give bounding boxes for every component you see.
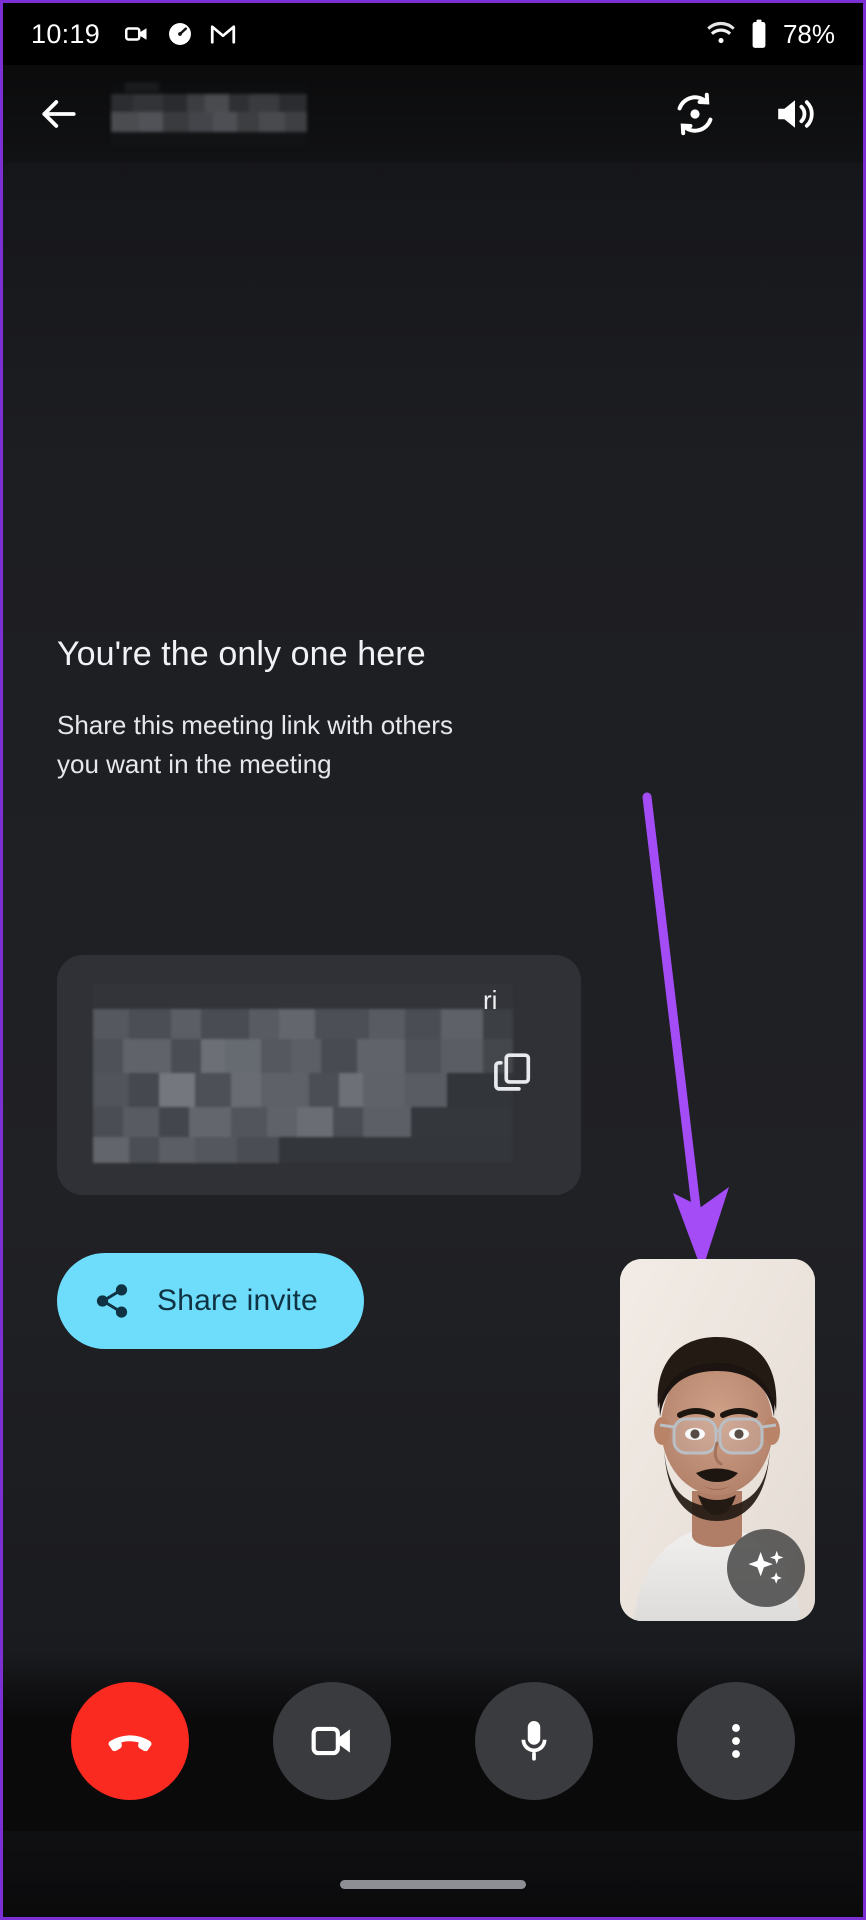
phone-hangup-icon bbox=[102, 1713, 158, 1769]
sparkles-icon bbox=[743, 1545, 789, 1591]
video-camera-icon bbox=[122, 19, 152, 49]
gmail-icon bbox=[208, 19, 238, 49]
status-bar-right: 78% bbox=[705, 18, 835, 50]
self-view-thumbnail[interactable] bbox=[620, 1259, 815, 1621]
copy-link-icon[interactable] bbox=[481, 1041, 543, 1103]
meeting-title-redacted bbox=[111, 82, 307, 146]
meeting-link-box[interactable] bbox=[57, 955, 581, 1195]
status-bar: 10:19 78% bbox=[3, 3, 863, 65]
battery-percent: 78% bbox=[782, 18, 835, 49]
flip-camera-icon[interactable] bbox=[667, 86, 723, 142]
gesture-nav-pill[interactable] bbox=[340, 1880, 526, 1889]
app-bar-actions bbox=[667, 86, 837, 142]
annotation-arrow-icon bbox=[642, 792, 729, 1271]
mic-toggle-button[interactable] bbox=[475, 1682, 593, 1800]
app-bar bbox=[3, 65, 863, 163]
status-clock: 10:19 bbox=[31, 18, 101, 49]
speaker-icon[interactable] bbox=[767, 86, 823, 142]
end-call-button[interactable] bbox=[71, 1682, 189, 1800]
meeting-link-visible-tail: ri bbox=[483, 985, 498, 1015]
battery-icon bbox=[749, 18, 769, 50]
meeting-title[interactable] bbox=[111, 79, 307, 149]
visual-effects-button[interactable] bbox=[727, 1529, 805, 1607]
dots-vertical-icon bbox=[713, 1718, 759, 1764]
meeting-link-redacted bbox=[93, 983, 513, 1163]
empty-state: You're the only one here Share this meet… bbox=[57, 635, 537, 784]
share-invite-button[interactable]: Share invite bbox=[57, 1253, 364, 1349]
call-stage: You're the only one here Share this meet… bbox=[3, 65, 863, 1917]
camera-toggle-button[interactable] bbox=[273, 1682, 391, 1800]
empty-state-subtitle: Share this meeting link with others you … bbox=[57, 710, 453, 779]
share-icon bbox=[93, 1282, 131, 1320]
share-invite-label: Share invite bbox=[157, 1284, 318, 1317]
microphone-icon bbox=[509, 1716, 559, 1766]
video-camera-icon bbox=[307, 1716, 357, 1766]
phone-screen: You're the only one here Share this meet… bbox=[0, 0, 866, 1920]
wifi-icon bbox=[705, 18, 737, 50]
call-control-bar bbox=[3, 1651, 863, 1831]
more-options-button[interactable] bbox=[677, 1682, 795, 1800]
speedometer-icon bbox=[166, 20, 194, 48]
page-title: You're the only one here bbox=[57, 635, 426, 673]
back-button[interactable] bbox=[29, 84, 89, 144]
